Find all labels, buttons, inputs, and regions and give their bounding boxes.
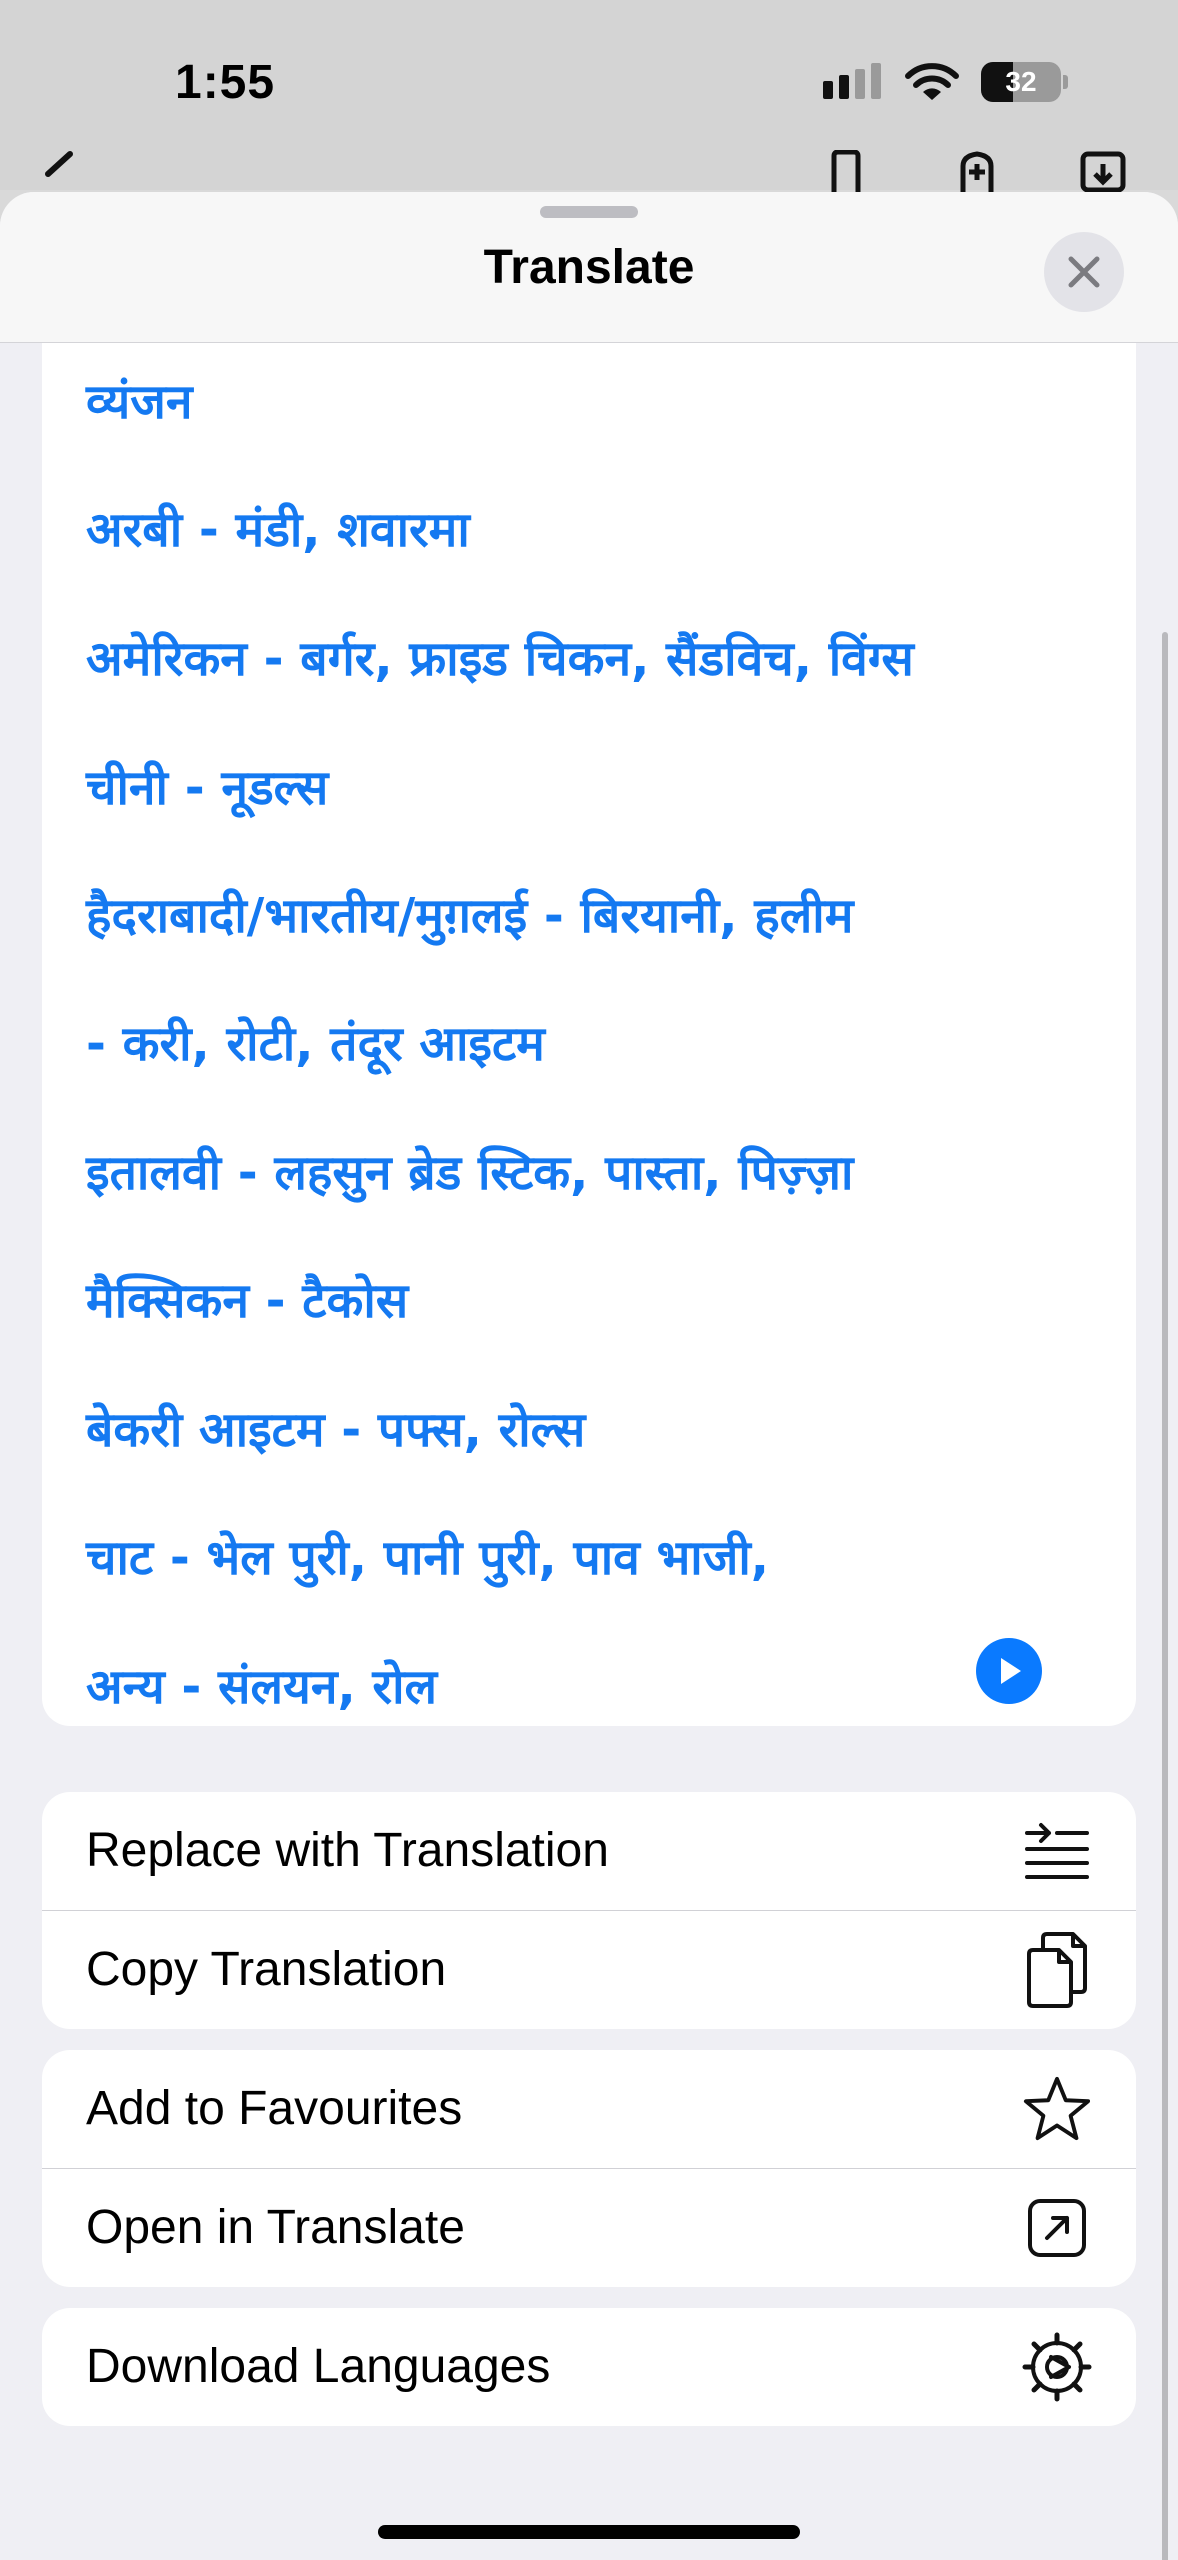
home-indicator[interactable] (378, 2525, 800, 2539)
translation-line: इतालवी - लहसुन ब्रेड स्टिक, पास्ता, पिज़… (86, 1145, 854, 1201)
translation-actions-group: Replace with Translation Copy Translatio… (42, 1792, 1136, 2029)
translation-card: व्यंजन अरबी - मंडी, शवारमा अमेरिकन - बर्… (42, 342, 1136, 1726)
play-icon (1001, 1658, 1021, 1684)
download-languages-button[interactable]: Download Languages (42, 2308, 1136, 2426)
back-chevron-icon[interactable] (38, 150, 78, 192)
replace-with-translation-label: Replace with Translation (86, 1824, 609, 1877)
translation-line: चीनी - नूडल्स (86, 760, 329, 816)
translation-line: बेकरी आइटम - पफ्स, रोल्स (86, 1402, 586, 1458)
copy-translation-button[interactable]: Copy Translation (42, 1911, 1136, 2029)
battery-level: 32 (1005, 66, 1037, 97)
open-external-icon (1022, 2193, 1092, 2263)
translation-line: अरबी - मंडी, शवारमा (86, 502, 470, 558)
translation-line: - करी, रोटी, तंदूर आइटम (86, 1016, 545, 1072)
gear-icon (1022, 2332, 1092, 2402)
star-icon (1022, 2074, 1092, 2144)
battery-tip (1063, 75, 1068, 89)
translation-line: व्यंजन (86, 374, 193, 430)
sheet-header: Translate (0, 192, 1178, 343)
open-in-translate-button[interactable]: Open in Translate (42, 2169, 1136, 2287)
translation-line: चाट - भेल पुरी, पानी पुरी, पाव भाजी, (86, 1530, 770, 1586)
download-group: Download Languages (42, 2308, 1136, 2426)
close-button[interactable] (1044, 232, 1124, 312)
copy-translation-label: Copy Translation (86, 1943, 447, 1996)
translate-sheet: व्यंजन अरबी - मंडी, शवारमा अमेरिकन - बर्… (0, 192, 1178, 2560)
sheet-title: Translate (483, 241, 695, 294)
translation-line: हैदराबादी/भारतीय/मुग़लई - बिरयानी, हलीम (86, 888, 854, 944)
download-languages-label: Download Languages (86, 2340, 551, 2393)
download-tray-icon[interactable] (1080, 150, 1126, 192)
add-to-favourites-button[interactable]: Add to Favourites (42, 2050, 1136, 2168)
add-to-favourites-label: Add to Favourites (86, 2082, 463, 2135)
wifi-icon (905, 63, 959, 100)
replace-icon (1022, 1816, 1092, 1886)
add-bookmark-icon[interactable] (955, 150, 999, 192)
favourites-open-group: Add to Favourites Open in Translate (42, 2050, 1136, 2287)
translation-line: मैक्सिकन - टैकोस (86, 1273, 409, 1329)
copy-icon (1022, 1932, 1092, 2008)
scroll-indicator[interactable] (1162, 632, 1168, 2560)
translation-line: अमेरिकन - बर्गर, फ्राइड चिकन, सैंडविच, व… (86, 631, 914, 687)
bookmark-icon[interactable] (826, 150, 866, 192)
sheet-grabber[interactable] (540, 206, 638, 218)
translation-line: अन्य - संलयन, रोल (86, 1659, 438, 1715)
open-in-translate-label: Open in Translate (86, 2201, 465, 2254)
play-translation-button[interactable] (976, 1638, 1042, 1704)
status-time: 1:55 (175, 56, 276, 109)
status-icons: 32 (821, 62, 1068, 102)
close-icon (1068, 256, 1100, 288)
replace-with-translation-button[interactable]: Replace with Translation (42, 1792, 1136, 1910)
battery-icon: 32 (981, 62, 1061, 102)
cellular-signal-icon (823, 63, 881, 99)
status-bar: 1:55 32 (0, 0, 1178, 192)
